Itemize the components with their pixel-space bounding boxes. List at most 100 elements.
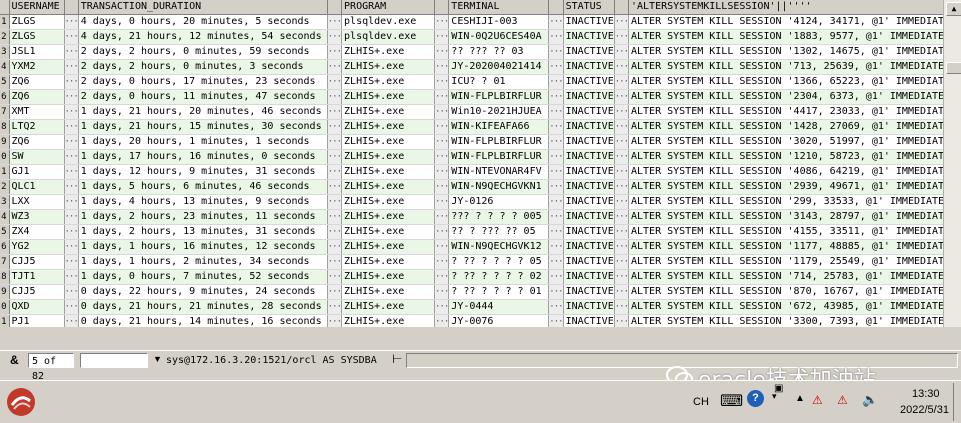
- cell-program[interactable]: plsqldev.exe: [341, 14, 436, 30]
- table-row[interactable]: 1 PJ1 ··· 0 days, 21 hours, 14 minutes, 16 …: [0, 314, 958, 327]
- cell-username[interactable]: ZX4: [9, 224, 65, 240]
- cell-terminal[interactable]: WIN-FLPLBIRFLUR: [448, 134, 550, 150]
- cell-status[interactable]: INACTIVE: [563, 134, 615, 150]
- cell-expand-button[interactable]: ···: [434, 134, 450, 150]
- clock-date[interactable]: 2022/5/31: [900, 404, 949, 416]
- row-number[interactable]: 8: [0, 269, 10, 285]
- cell-expand-button[interactable]: ···: [64, 239, 79, 255]
- cell-expand-button[interactable]: ···: [614, 149, 630, 165]
- cell-expand-button[interactable]: ···: [434, 104, 450, 120]
- cell-expand-button[interactable]: ···: [434, 269, 450, 285]
- cell-kill-session[interactable]: ALTER SYSTEM KILL SESSION '1428, 27069, …: [628, 119, 958, 135]
- cell-expand-button[interactable]: ···: [614, 119, 630, 135]
- cell-transaction-duration[interactable]: 4 days, 0 hours, 20 minutes, 5 seconds: [78, 14, 328, 30]
- cell-program[interactable]: ZLHIS+.exe: [341, 209, 436, 225]
- cell-expand-button[interactable]: ···: [434, 74, 450, 90]
- cell-kill-session[interactable]: ALTER SYSTEM KILL SESSION '4417, 23033, …: [628, 104, 958, 120]
- cell-expand-button[interactable]: ···: [64, 299, 79, 315]
- cell-program[interactable]: ZLHIS+.exe: [341, 284, 436, 300]
- cell-transaction-duration[interactable]: 1 days, 4 hours, 13 minutes, 9 seconds: [78, 194, 328, 210]
- row-number[interactable]: 2: [0, 179, 10, 195]
- cell-transaction-duration[interactable]: 1 days, 20 hours, 1 minutes, 1 seconds: [78, 134, 328, 150]
- table-row[interactable]: 4 YXM2 ··· 2 days, 2 hours, 0 minutes, 3 se…: [0, 59, 958, 75]
- cell-terminal[interactable]: JY-0126: [448, 194, 550, 210]
- cell-transaction-duration[interactable]: 2 days, 0 hours, 17 minutes, 23 seconds: [78, 74, 328, 90]
- cell-expand-button[interactable]: ···: [434, 179, 450, 195]
- cell-expand-button[interactable]: ···: [434, 29, 450, 45]
- cell-expand-button[interactable]: ···: [614, 194, 630, 210]
- cell-terminal[interactable]: ICU? ? 01: [448, 74, 550, 90]
- cell-expand-button[interactable]: ···: [548, 194, 564, 210]
- cell-expand-button[interactable]: ···: [64, 164, 79, 180]
- cell-kill-session[interactable]: ALTER SYSTEM KILL SESSION '1302, 14675, …: [628, 44, 958, 60]
- help-icon[interactable]: ?: [747, 390, 764, 407]
- table-row[interactable]: 9 CJJ5 ··· 0 days, 22 hours, 9 minutes, 24 …: [0, 284, 958, 300]
- row-number[interactable]: 5: [0, 74, 10, 90]
- cell-expand-button[interactable]: ···: [64, 104, 79, 120]
- cell-status[interactable]: INACTIVE: [563, 209, 615, 225]
- cell-terminal[interactable]: ? ?? ? ? ? ? 01: [448, 284, 550, 300]
- cell-username[interactable]: ZQ6: [9, 74, 65, 90]
- cell-expand-button[interactable]: ···: [64, 224, 79, 240]
- security-warning-icon[interactable]: ⚠: [837, 393, 848, 407]
- row-number[interactable]: 5: [0, 224, 10, 240]
- cell-expand-button[interactable]: ···: [327, 149, 343, 165]
- network-warning-icon[interactable]: ⚠: [812, 393, 823, 407]
- cell-expand-button[interactable]: ···: [64, 134, 79, 150]
- cell-expand-button[interactable]: ···: [614, 299, 630, 315]
- cell-expand-button[interactable]: ···: [327, 164, 343, 180]
- cell-expand-button[interactable]: ···: [327, 29, 343, 45]
- cell-expand-button[interactable]: ···: [548, 224, 564, 240]
- cell-expand-button[interactable]: ···: [548, 164, 564, 180]
- input-language-indicator[interactable]: CH: [693, 396, 709, 408]
- table-row[interactable]: 6 YG2 ··· 1 days, 1 hours, 16 minutes, 12 s…: [0, 239, 958, 255]
- cell-transaction-duration[interactable]: 2 days, 2 hours, 0 minutes, 59 seconds: [78, 44, 328, 60]
- cell-expand-button[interactable]: ···: [548, 284, 564, 300]
- row-number[interactable]: 9: [0, 134, 10, 150]
- cell-expand-button[interactable]: ···: [64, 314, 79, 327]
- cell-transaction-duration[interactable]: 4 days, 21 hours, 12 minutes, 54 seconds: [78, 29, 328, 45]
- cell-status[interactable]: INACTIVE: [563, 164, 615, 180]
- cell-program[interactable]: ZLHIS+.exe: [341, 134, 436, 150]
- cell-status[interactable]: INACTIVE: [563, 254, 615, 270]
- cell-expand-button[interactable]: ···: [434, 284, 450, 300]
- cell-expand-button[interactable]: ···: [434, 119, 450, 135]
- cell-expand-button[interactable]: ···: [327, 44, 343, 60]
- cell-username[interactable]: YXM2: [9, 59, 65, 75]
- cell-expand-button[interactable]: ···: [64, 209, 79, 225]
- table-row[interactable]: 8 TJT1 ··· 1 days, 0 hours, 7 minutes, 52 s…: [0, 269, 958, 285]
- cell-transaction-duration[interactable]: 0 days, 22 hours, 9 minutes, 24 seconds: [78, 284, 328, 300]
- cell-expand-button[interactable]: ···: [548, 29, 564, 45]
- cell-kill-session[interactable]: ALTER SYSTEM KILL SESSION '3020, 51997, …: [628, 134, 958, 150]
- cell-username[interactable]: PJ1: [9, 314, 65, 327]
- table-row[interactable]: 8 LTQ2 ··· 1 days, 21 hours, 15 minutes, 30…: [0, 119, 958, 135]
- cell-terminal[interactable]: ? ?? ? ? ? ? 02: [448, 269, 550, 285]
- cell-expand-button[interactable]: ···: [64, 149, 79, 165]
- cell-kill-session[interactable]: ALTER SYSTEM KILL SESSION '4155, 33511, …: [628, 224, 958, 240]
- cell-expand-button[interactable]: ···: [327, 74, 343, 90]
- table-row[interactable]: 2 QLC1 ··· 1 days, 5 hours, 6 minutes, 46 s…: [0, 179, 958, 195]
- cell-program[interactable]: ZLHIS+.exe: [341, 164, 436, 180]
- cell-expand-button[interactable]: ···: [64, 119, 79, 135]
- cell-expand-button[interactable]: ···: [434, 149, 450, 165]
- cell-kill-session[interactable]: ALTER SYSTEM KILL SESSION '714, 25783, @…: [628, 269, 958, 285]
- row-number[interactable]: 0: [0, 299, 10, 315]
- row-number[interactable]: 6: [0, 89, 10, 105]
- tray-up-arrow-icon[interactable]: ▲: [795, 393, 805, 404]
- cell-status[interactable]: INACTIVE: [563, 29, 615, 45]
- cell-expand-button[interactable]: ···: [434, 44, 450, 60]
- pin-icon[interactable]: ⊢: [392, 352, 402, 366]
- row-number[interactable]: 0: [0, 149, 10, 165]
- keyboard-icon[interactable]: ⌨: [720, 391, 743, 411]
- cell-expand-button[interactable]: ···: [548, 299, 564, 315]
- cell-transaction-duration[interactable]: 1 days, 1 hours, 16 minutes, 12 seconds: [78, 239, 328, 255]
- cell-expand-button[interactable]: ···: [327, 14, 343, 30]
- cell-expand-button[interactable]: ···: [327, 119, 343, 135]
- cell-expand-button[interactable]: ···: [614, 209, 630, 225]
- row-number[interactable]: 1: [0, 314, 10, 327]
- cell-program[interactable]: ZLHIS+.exe: [341, 89, 436, 105]
- cell-program[interactable]: ZLHIS+.exe: [341, 74, 436, 90]
- row-number[interactable]: 4: [0, 209, 10, 225]
- cell-expand-button[interactable]: ···: [548, 149, 564, 165]
- cell-expand-button[interactable]: ···: [327, 254, 343, 270]
